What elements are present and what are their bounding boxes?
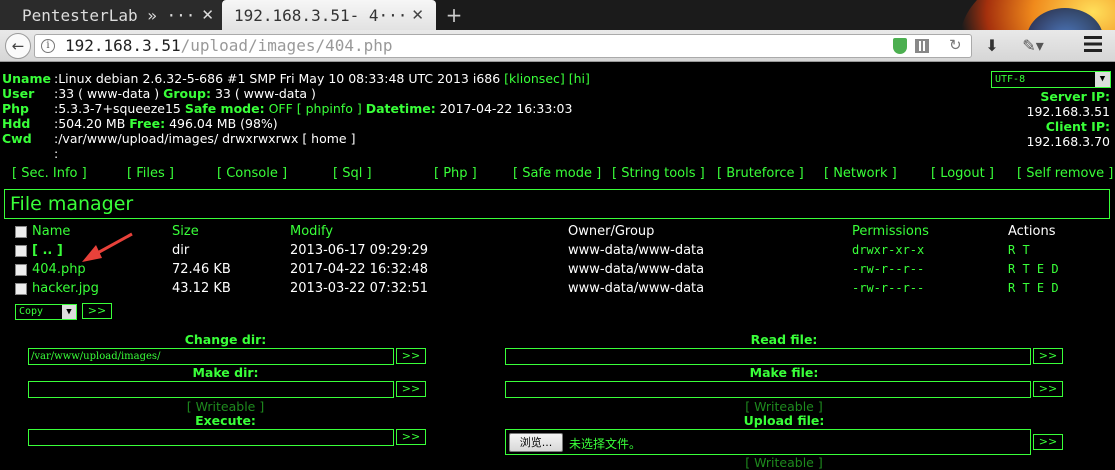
info-icon[interactable]: i <box>41 39 55 53</box>
hamburger-menu-icon[interactable] <box>1084 36 1102 52</box>
new-tab-plus-icon[interactable]: + <box>440 3 468 27</box>
browser-tab-bar: PentesterLab » ··· ✕ 192.168.3.51- 4··· … <box>0 0 1115 62</box>
url-host: 192.168.3.51 <box>65 36 181 55</box>
url-bar[interactable]: i 192.168.3.51/upload/images/404.php ↻ <box>34 34 972 58</box>
shell-page: Uname :Linux debian 2.6.32-5-686 #1 SMP … <box>0 63 1115 470</box>
close-icon[interactable]: ✕ <box>411 6 424 24</box>
tab-pentesterlab[interactable]: PentesterLab » ··· ✕ <box>0 0 222 30</box>
tab-active-404[interactable]: 192.168.3.51- 4··· ✕ <box>222 0 436 30</box>
navigation-bar: ← i 192.168.3.51/upload/images/404.php ↻… <box>0 30 1115 62</box>
qr-code-icon[interactable] <box>915 39 929 53</box>
back-arrow-icon[interactable]: ← <box>5 33 31 59</box>
url-path: /upload/images/404.php <box>180 36 393 55</box>
tab-label: 192.168.3.51- 4··· <box>234 5 408 25</box>
tab-label: PentesterLab » ··· <box>22 5 196 25</box>
annotation-arrow-icon <box>82 232 133 262</box>
reload-icon[interactable]: ↻ <box>949 36 962 54</box>
download-icon[interactable]: ⬇ <box>977 33 1007 59</box>
extension-icon[interactable]: ✎▾ <box>1018 33 1048 59</box>
url-text[interactable]: 192.168.3.51/upload/images/404.php <box>65 36 393 55</box>
close-icon[interactable]: ✕ <box>201 6 214 24</box>
shield-icon[interactable] <box>893 38 907 54</box>
